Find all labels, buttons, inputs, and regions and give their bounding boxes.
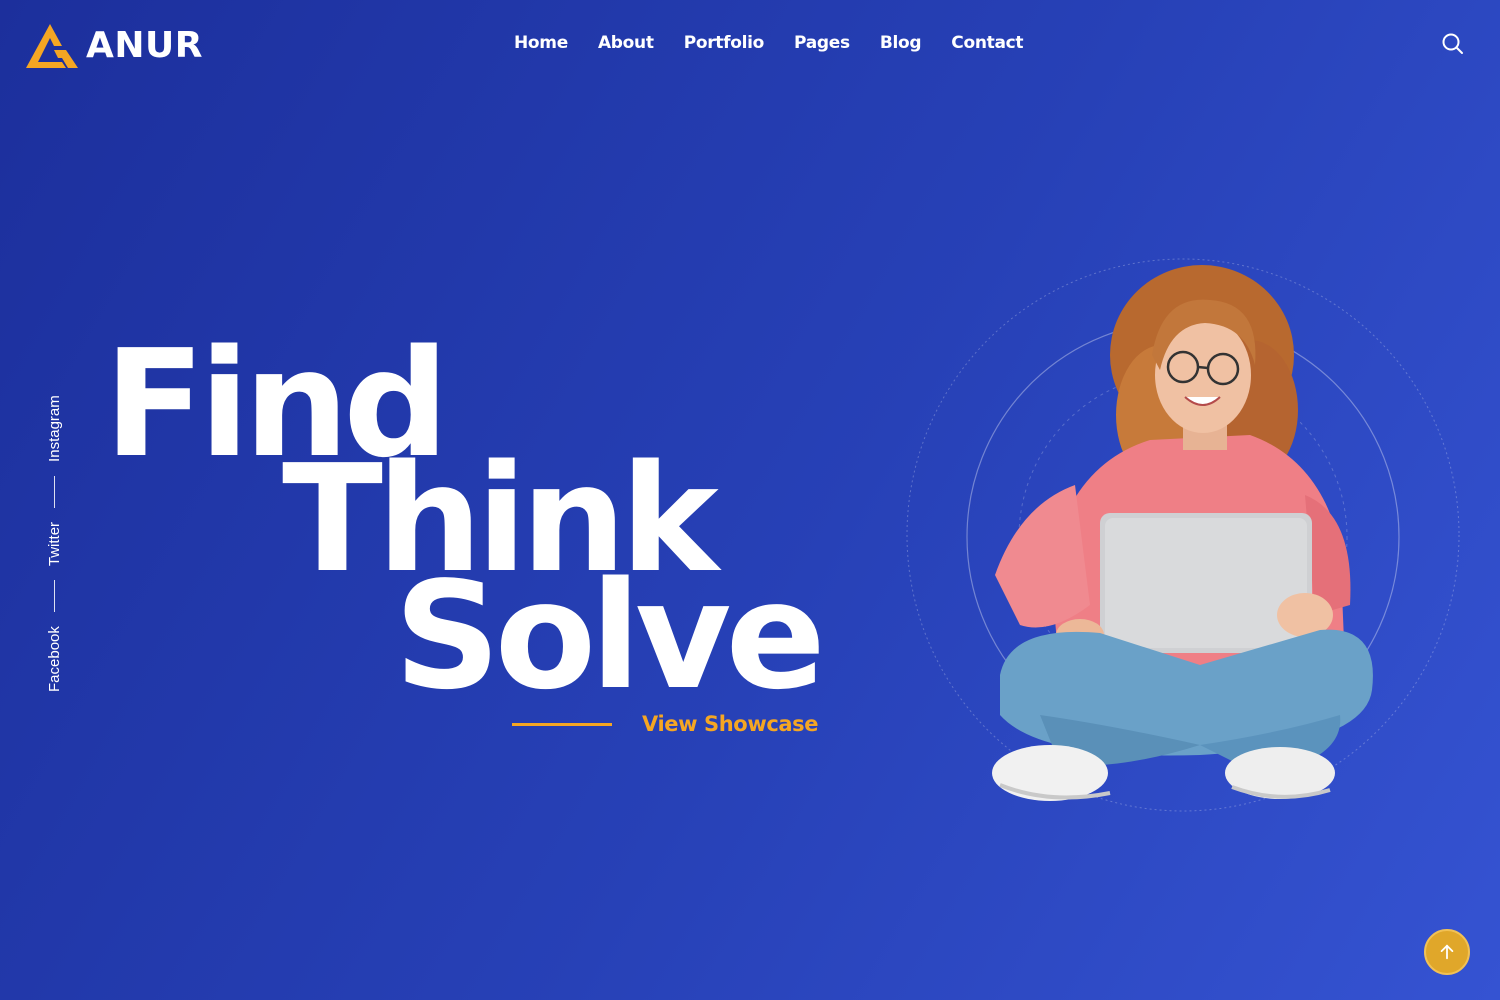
nav-blog[interactable]: Blog (880, 33, 922, 53)
social-instagram[interactable]: Instagram (46, 395, 63, 462)
social-divider (54, 475, 55, 508)
search-icon (1442, 33, 1463, 54)
hero-word-solve: Solve (394, 550, 826, 722)
showcase-line (512, 722, 612, 726)
arrow-up-icon (1440, 944, 1454, 960)
social-twitter[interactable]: Twitter (46, 522, 63, 566)
triangle-logo-icon (26, 24, 78, 68)
main-nav: Home About Portfolio Pages Blog Contact (514, 33, 1024, 53)
showcase-label: View Showcase (642, 712, 819, 736)
nav-about[interactable]: About (598, 33, 654, 53)
nav-contact[interactable]: Contact (951, 33, 1023, 53)
brand-logo[interactable]: ANUR (24, 22, 203, 70)
search-button[interactable] (1440, 31, 1466, 57)
social-links: Facebook Twitter Instagram (46, 392, 63, 692)
view-showcase-link[interactable]: View Showcase (512, 712, 819, 736)
social-facebook[interactable]: Facebook (46, 626, 63, 692)
nav-pages[interactable]: Pages (794, 33, 850, 53)
back-to-top-button[interactable] (1424, 929, 1470, 975)
nav-portfolio[interactable]: Portfolio (684, 33, 765, 53)
nav-home[interactable]: Home (514, 33, 568, 53)
woman-with-laptop-illustration (906, 258, 1460, 812)
social-divider (54, 580, 55, 613)
brand-name: ANUR (86, 25, 203, 66)
site-header: ANUR Home About Portfolio Pages Blog Con… (0, 0, 1500, 92)
